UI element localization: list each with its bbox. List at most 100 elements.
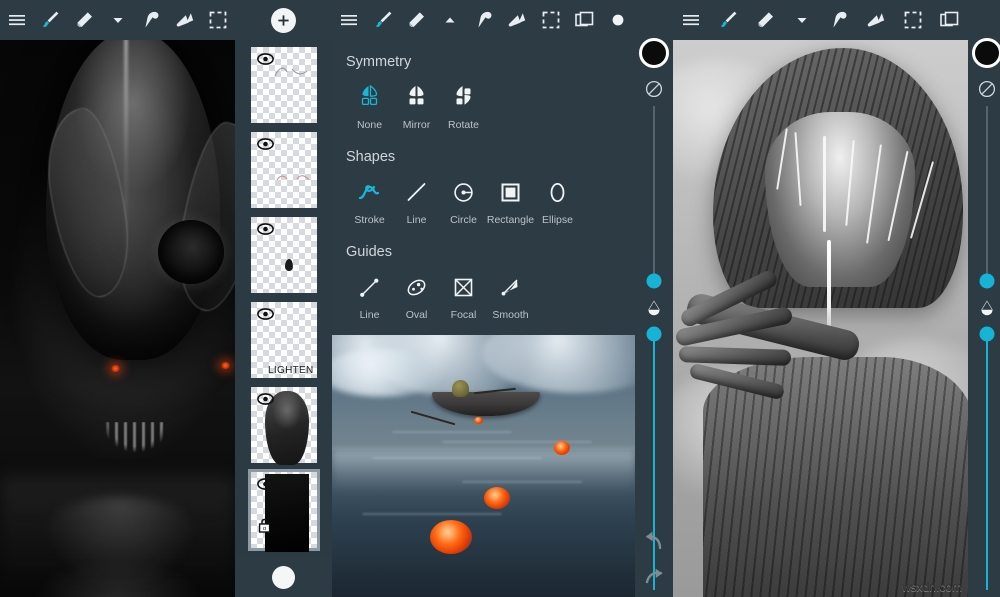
table-row[interactable]	[248, 214, 320, 296]
brush-size-slider-handle[interactable]	[980, 274, 995, 289]
guide-option-label: Line	[360, 309, 380, 321]
selection-icon[interactable]	[534, 0, 568, 40]
undo-button[interactable]	[643, 530, 665, 550]
brush-opacity-slider-handle[interactable]	[647, 327, 662, 342]
mid-body: Symmetry None	[332, 40, 635, 597]
eye-icon[interactable]	[257, 53, 274, 65]
artwork-robe	[703, 357, 968, 597]
guide-option-focal[interactable]: Focal	[440, 272, 487, 321]
shape-option-circle[interactable]: Circle	[440, 177, 487, 226]
brush-size-slider-handle[interactable]	[647, 274, 662, 289]
eye-icon[interactable]	[257, 308, 274, 320]
guides-options[interactable]: Line Oval	[332, 262, 635, 325]
opacity-drop-icon[interactable]	[647, 301, 661, 316]
layers-panel-footer	[235, 557, 332, 597]
app-root: LIGHTEN α	[0, 0, 1000, 597]
color-swatch-button[interactable]	[272, 566, 295, 589]
layers-icon[interactable]	[568, 0, 602, 40]
smudge-icon[interactable]	[821, 0, 858, 40]
shape-option-label: Rectangle	[487, 214, 534, 226]
canvas-reaper[interactable]: wsxdn.com	[673, 40, 968, 597]
smudge-icon[interactable]	[467, 0, 501, 40]
chevron-up-icon[interactable]	[433, 0, 467, 40]
eye-icon[interactable]	[257, 223, 274, 235]
guide-option-smooth[interactable]: Smooth	[487, 272, 534, 321]
brush-icon[interactable]	[710, 0, 747, 40]
fill-icon[interactable]	[857, 0, 894, 40]
layer-thumb-content	[275, 172, 313, 184]
brush-controls-right	[968, 0, 1000, 597]
selection-icon[interactable]	[894, 0, 931, 40]
brush-icon[interactable]	[366, 0, 400, 40]
symmetry-option-mirror[interactable]: Mirror	[393, 82, 440, 131]
eye-icon[interactable]	[257, 393, 274, 405]
table-row[interactable]: LIGHTEN	[248, 299, 320, 381]
brush-opacity-slider[interactable]	[986, 340, 988, 590]
guide-option-label: Smooth	[492, 309, 528, 321]
chevron-down-icon[interactable]	[101, 0, 135, 40]
menu-icon[interactable]	[673, 0, 710, 40]
layers-icon[interactable]	[931, 0, 968, 40]
canvas-boat-sea[interactable]	[332, 335, 635, 597]
menu-icon[interactable]	[0, 0, 34, 40]
color-swatch-button[interactable]	[639, 38, 669, 68]
symmetry-rotate-icon	[450, 82, 477, 112]
brush-opacity-slider[interactable]	[653, 340, 655, 590]
smudge-icon[interactable]	[134, 0, 168, 40]
fill-icon[interactable]	[500, 0, 534, 40]
table-row[interactable]: α	[248, 469, 320, 551]
color-swatch-icon[interactable]	[601, 0, 635, 40]
opacity-drop-icon[interactable]	[980, 301, 994, 316]
layer-list[interactable]: LIGHTEN α	[235, 40, 332, 557]
symmetry-option-rotate[interactable]: Rotate	[440, 82, 487, 131]
shapes-options[interactable]: Stroke Line	[332, 167, 635, 230]
artwork-helm-shape	[46, 40, 220, 360]
canvas-alien-helm[interactable]	[0, 40, 235, 597]
workspace-right: wsxdn.com	[673, 0, 968, 597]
eraser-icon[interactable]	[747, 0, 784, 40]
artwork-finger	[679, 346, 791, 366]
color-swatch-button[interactable]	[972, 38, 1000, 68]
no-symmetry-icon[interactable]	[978, 80, 996, 98]
brush-size-slider[interactable]	[654, 106, 655, 281]
brush-size-slider[interactable]	[987, 106, 988, 281]
table-row[interactable]	[248, 129, 320, 211]
symmetry-none-icon	[356, 82, 383, 112]
selection-icon[interactable]	[201, 0, 235, 40]
toolbar-mid[interactable]	[332, 0, 635, 40]
lock-icon[interactable]: α	[258, 516, 273, 534]
symmetry-option-none[interactable]: None	[346, 82, 393, 131]
eraser-icon[interactable]	[67, 0, 101, 40]
eye-icon[interactable]	[257, 138, 274, 150]
layer-blend-mode-label: LIGHTEN	[268, 365, 313, 376]
fill-icon[interactable]	[168, 0, 202, 40]
guides-section-title: Guides	[332, 244, 635, 262]
shape-option-stroke[interactable]: Stroke	[346, 177, 393, 226]
symmetry-options[interactable]: None Mirror	[332, 72, 635, 135]
no-symmetry-icon[interactable]	[645, 80, 663, 98]
shape-option-label: Stroke	[354, 214, 384, 226]
brush-icon[interactable]	[34, 0, 68, 40]
table-row[interactable]	[248, 44, 320, 126]
brush-opacity-slider-handle[interactable]	[980, 327, 995, 342]
toolbar-left[interactable]	[0, 0, 235, 40]
table-row[interactable]	[248, 384, 320, 466]
shape-option-rectangle[interactable]: Rectangle	[487, 177, 534, 226]
guide-option-line[interactable]: Line	[346, 272, 393, 321]
artwork-helm-socket	[158, 220, 224, 284]
shape-option-label: Circle	[450, 214, 477, 226]
shape-option-label: Line	[407, 214, 427, 226]
eye-icon[interactable]	[257, 478, 274, 490]
shape-option-ellipse[interactable]: Ellipse	[534, 177, 581, 226]
symmetry-option-label: None	[357, 119, 382, 131]
shape-option-line[interactable]: Line	[393, 177, 440, 226]
artwork-ripple	[462, 481, 582, 483]
menu-icon[interactable]	[332, 0, 366, 40]
redo-button[interactable]	[643, 566, 665, 586]
toolbar-right[interactable]	[673, 0, 968, 40]
artwork-teeth	[88, 422, 184, 466]
chevron-down-icon[interactable]	[784, 0, 821, 40]
guide-option-oval[interactable]: Oval	[393, 272, 440, 321]
add-layer-button[interactable]	[271, 8, 296, 33]
eraser-icon[interactable]	[399, 0, 433, 40]
